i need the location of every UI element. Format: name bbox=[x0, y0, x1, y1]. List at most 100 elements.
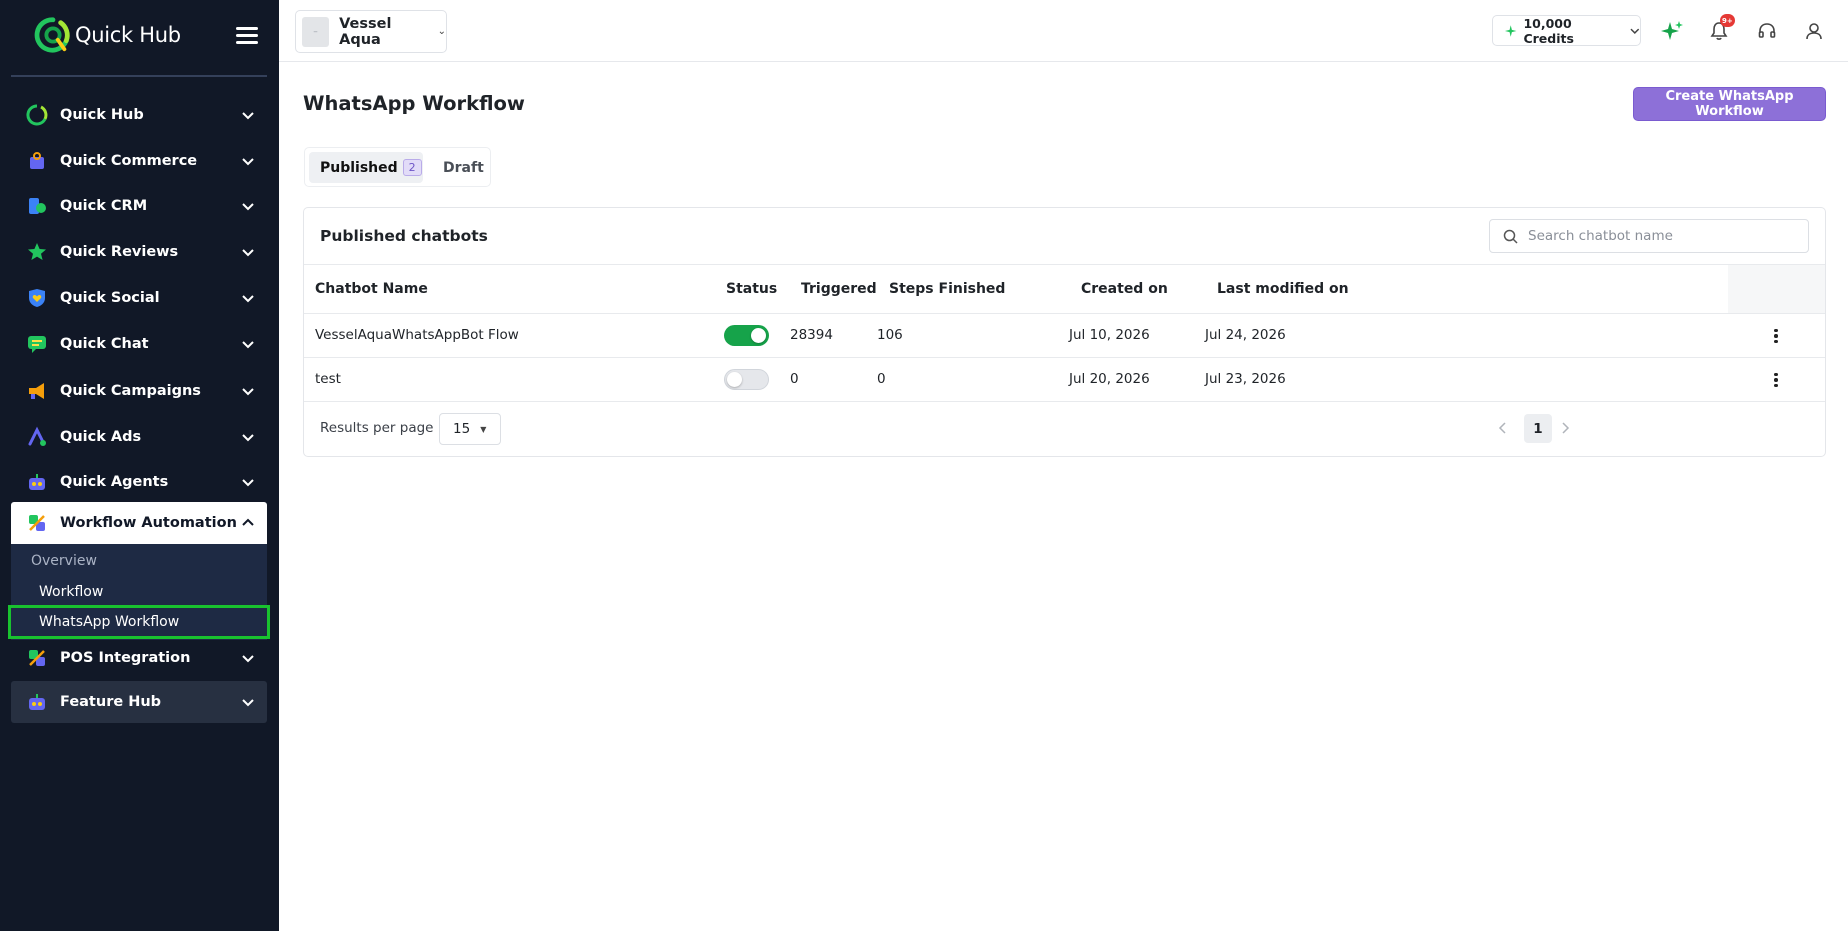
status-toggle[interactable] bbox=[724, 325, 769, 346]
submenu-item-label: WhatsApp Workflow bbox=[39, 614, 180, 630]
star-icon bbox=[28, 243, 46, 260]
sidebar-item-label: Quick Ads bbox=[60, 429, 142, 445]
tab-label: Draft bbox=[443, 159, 484, 176]
column-header-actions bbox=[1728, 265, 1825, 313]
sidebar-item-quick-reviews[interactable]: Quick Reviews bbox=[11, 231, 267, 273]
table-header: Chatbot Name Status Triggered Steps Fini… bbox=[304, 264, 1825, 314]
robot-icon bbox=[29, 474, 45, 490]
results-per-page-label: Results per page bbox=[320, 420, 434, 436]
brand-logo[interactable]: Quick Hub bbox=[34, 16, 181, 54]
sidebar-item-quick-agents[interactable]: Quick Agents bbox=[11, 461, 267, 503]
credits-dropdown[interactable]: 10,000 Credits bbox=[1492, 15, 1641, 46]
sidebar-item-quick-crm[interactable]: Quick CRM bbox=[11, 185, 267, 227]
tab-label: Published bbox=[320, 159, 398, 176]
menu-toggle-icon[interactable] bbox=[236, 27, 258, 45]
sidebar-item-label: Quick Social bbox=[60, 290, 160, 306]
chevron-down-icon bbox=[242, 295, 254, 303]
chevron-down-icon bbox=[242, 112, 254, 120]
status-toggle[interactable] bbox=[724, 369, 769, 390]
sidebar-item-quick-campaigns[interactable]: Quick Campaigns bbox=[11, 370, 267, 412]
sidebar-item-quick-ads[interactable]: Quick Ads bbox=[11, 416, 267, 458]
create-whatsapp-workflow-button[interactable]: Create WhatsApp Workflow bbox=[1633, 87, 1826, 121]
steps-finished-count: 0 bbox=[877, 371, 886, 387]
bell-icon[interactable]: 9+ bbox=[1707, 14, 1735, 43]
store-avatar: – bbox=[302, 16, 330, 47]
sidebar-item-label: Quick Agents bbox=[60, 474, 169, 490]
table-row[interactable]: test 0 0 Jul 20, 2026 Jul 23, 2026 bbox=[304, 358, 1825, 402]
column-header-triggered[interactable]: Triggered bbox=[801, 281, 877, 297]
robot-icon bbox=[29, 694, 45, 710]
credits-label: 10,000 Credits bbox=[1523, 15, 1574, 46]
sidebar-item-label: Quick Commerce bbox=[60, 153, 198, 169]
workflow-submenu: Overview Workflow WhatsApp Workflow bbox=[8, 544, 270, 640]
chatbot-name[interactable]: VesselAquaWhatsAppBot Flow bbox=[315, 327, 519, 343]
chat-bubble-icon bbox=[28, 336, 46, 353]
tab-draft[interactable]: Draft bbox=[431, 152, 489, 183]
next-page-icon[interactable] bbox=[1559, 420, 1571, 436]
created-on-date: Jul 10, 2026 bbox=[1069, 327, 1150, 343]
submenu-item-whatsapp-workflow[interactable]: WhatsApp Workflow bbox=[8, 605, 270, 639]
sparkle-icon bbox=[1504, 24, 1517, 37]
user-profile-icon[interactable] bbox=[1802, 19, 1826, 43]
sidebar-item-quick-chat[interactable]: Quick Chat bbox=[11, 323, 267, 365]
chevron-down-icon bbox=[242, 203, 254, 211]
column-header-status[interactable]: Status bbox=[726, 281, 777, 297]
column-header-last-modified-on[interactable]: Last modified on bbox=[1217, 281, 1349, 297]
sidebar-item-label: Quick CRM bbox=[60, 198, 148, 214]
previous-page-icon[interactable] bbox=[1497, 420, 1509, 436]
column-header-chatbot-name[interactable]: Chatbot Name bbox=[315, 281, 428, 297]
sidebar-item-label: POS Integration bbox=[60, 650, 191, 666]
sidebar-divider bbox=[11, 75, 267, 77]
ai-sparkle-icon[interactable] bbox=[1660, 19, 1684, 43]
heart-shield-icon bbox=[29, 289, 45, 307]
results-per-page-select[interactable]: 15 ▼ bbox=[439, 413, 501, 445]
chatbot-name[interactable]: test bbox=[315, 371, 341, 387]
created-on-date: Jul 20, 2026 bbox=[1069, 371, 1150, 387]
sidebar-item-quick-commerce[interactable]: Quick Commerce bbox=[11, 140, 267, 182]
chevron-up-icon bbox=[242, 518, 254, 526]
store-selector[interactable]: – Vessel Aqua ⌄ bbox=[295, 10, 447, 53]
top-bar: – Vessel Aqua ⌄ 10,000 Credits 9+ bbox=[279, 0, 1848, 62]
sidebar: Quick Hub Quick Hub Quick Commerce Quick… bbox=[0, 0, 279, 931]
current-page-button[interactable]: 1 bbox=[1524, 414, 1552, 443]
shopping-bag-icon bbox=[30, 152, 44, 169]
chevron-down-icon bbox=[242, 388, 254, 396]
tab-published[interactable]: Published 2 bbox=[309, 152, 423, 183]
sidebar-item-pos-integration[interactable]: POS Integration bbox=[11, 637, 267, 679]
submenu-item-label: Workflow bbox=[39, 584, 104, 600]
sidebar-item-label: Feature Hub bbox=[60, 694, 162, 710]
column-header-created-on[interactable]: Created on bbox=[1081, 281, 1168, 297]
sidebar-item-label: Quick Hub bbox=[60, 107, 144, 123]
ads-icon bbox=[28, 426, 46, 446]
sidebar-item-quick-hub[interactable]: Quick Hub bbox=[11, 94, 267, 136]
headset-icon[interactable] bbox=[1755, 19, 1779, 43]
crm-icon bbox=[29, 198, 46, 214]
row-actions-icon[interactable] bbox=[1770, 327, 1782, 345]
status-tabs: Published 2 Draft bbox=[304, 147, 491, 187]
store-name: Vessel Aqua bbox=[339, 15, 392, 48]
submenu-item-workflow[interactable]: Workflow bbox=[11, 578, 267, 606]
sidebar-item-label: Workflow Automation bbox=[60, 515, 237, 531]
chevron-down-icon: ▼ bbox=[480, 424, 487, 434]
sidebar-item-label: Quick Chat bbox=[60, 336, 149, 352]
search-icon bbox=[1503, 229, 1518, 244]
quick-hub-icon bbox=[26, 104, 48, 126]
chevron-down-icon: ⌄ bbox=[437, 26, 446, 37]
row-actions-icon[interactable] bbox=[1770, 371, 1782, 389]
quick-hub-logo-icon bbox=[34, 17, 70, 53]
steps-finished-count: 106 bbox=[877, 327, 903, 343]
last-modified-date: Jul 24, 2026 bbox=[1205, 327, 1286, 343]
submenu-item-overview[interactable]: Overview bbox=[11, 547, 267, 575]
search-box bbox=[1489, 219, 1809, 253]
sidebar-item-workflow-automation[interactable]: Workflow Automation bbox=[11, 502, 267, 544]
column-header-steps-finished[interactable]: Steps Finished bbox=[889, 281, 1005, 297]
chevron-down-icon bbox=[242, 655, 254, 663]
triggered-count: 0 bbox=[790, 371, 799, 387]
table-row[interactable]: VesselAquaWhatsAppBot Flow 28394 106 Jul… bbox=[304, 314, 1825, 358]
triggered-count: 28394 bbox=[790, 327, 833, 343]
sidebar-item-feature-hub[interactable]: Feature Hub bbox=[11, 681, 267, 723]
notification-badge: 9+ bbox=[1720, 14, 1735, 27]
sidebar-item-quick-social[interactable]: Quick Social bbox=[11, 277, 267, 319]
search-input[interactable] bbox=[1528, 228, 1788, 244]
chevron-down-icon bbox=[242, 699, 254, 707]
